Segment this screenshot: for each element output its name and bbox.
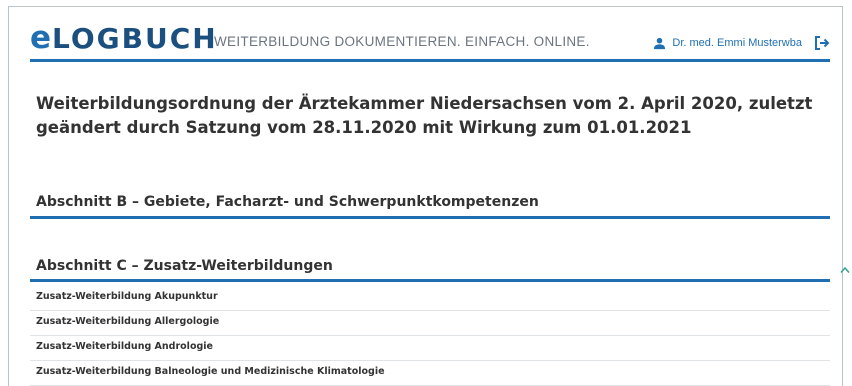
logo[interactable]: eLOGBUCH	[30, 20, 218, 57]
list-item[interactable]: Zusatz-Weiterbildung Andrologie	[30, 336, 830, 361]
section-b-divider	[30, 216, 830, 219]
chevron-up-icon[interactable]	[840, 266, 850, 274]
page-title: Weiterbildungsordnung der Ärztekammer Ni…	[36, 94, 813, 137]
zusatz-weiterbildung-list: Zusatz-Weiterbildung Akupunktur Zusatz-W…	[30, 286, 830, 386]
list-item[interactable]: Zusatz-Weiterbildung Akupunktur	[30, 286, 830, 311]
logo-text: LOGBUCH	[52, 22, 218, 55]
section-c-heading[interactable]: Abschnitt C – Zusatz-Weiterbildungen	[36, 256, 830, 276]
logout-icon[interactable]	[814, 35, 830, 51]
section-c-divider	[30, 279, 830, 282]
header: eLOGBUCH WEITERBILDUNG DOKUMENTIEREN. EI…	[30, 18, 830, 62]
tagline: WEITERBILDUNG DOKUMENTIEREN. EINFACH. ON…	[214, 34, 590, 49]
header-divider	[30, 59, 830, 62]
section-b-heading[interactable]: Abschnitt B – Gebiete, Facharzt- und Sch…	[36, 192, 830, 212]
user-name[interactable]: Dr. med. Emmi Musterwba	[672, 37, 802, 49]
logo-initial: e	[30, 20, 53, 56]
list-item[interactable]: Zusatz-Weiterbildung Allergologie	[30, 311, 830, 336]
section-b[interactable]: Abschnitt B – Gebiete, Facharzt- und Sch…	[30, 192, 830, 219]
user-menu[interactable]: Dr. med. Emmi Musterwba	[653, 35, 830, 51]
section-c[interactable]: Abschnitt C – Zusatz-Weiterbildungen	[30, 256, 830, 282]
user-icon	[654, 37, 666, 49]
